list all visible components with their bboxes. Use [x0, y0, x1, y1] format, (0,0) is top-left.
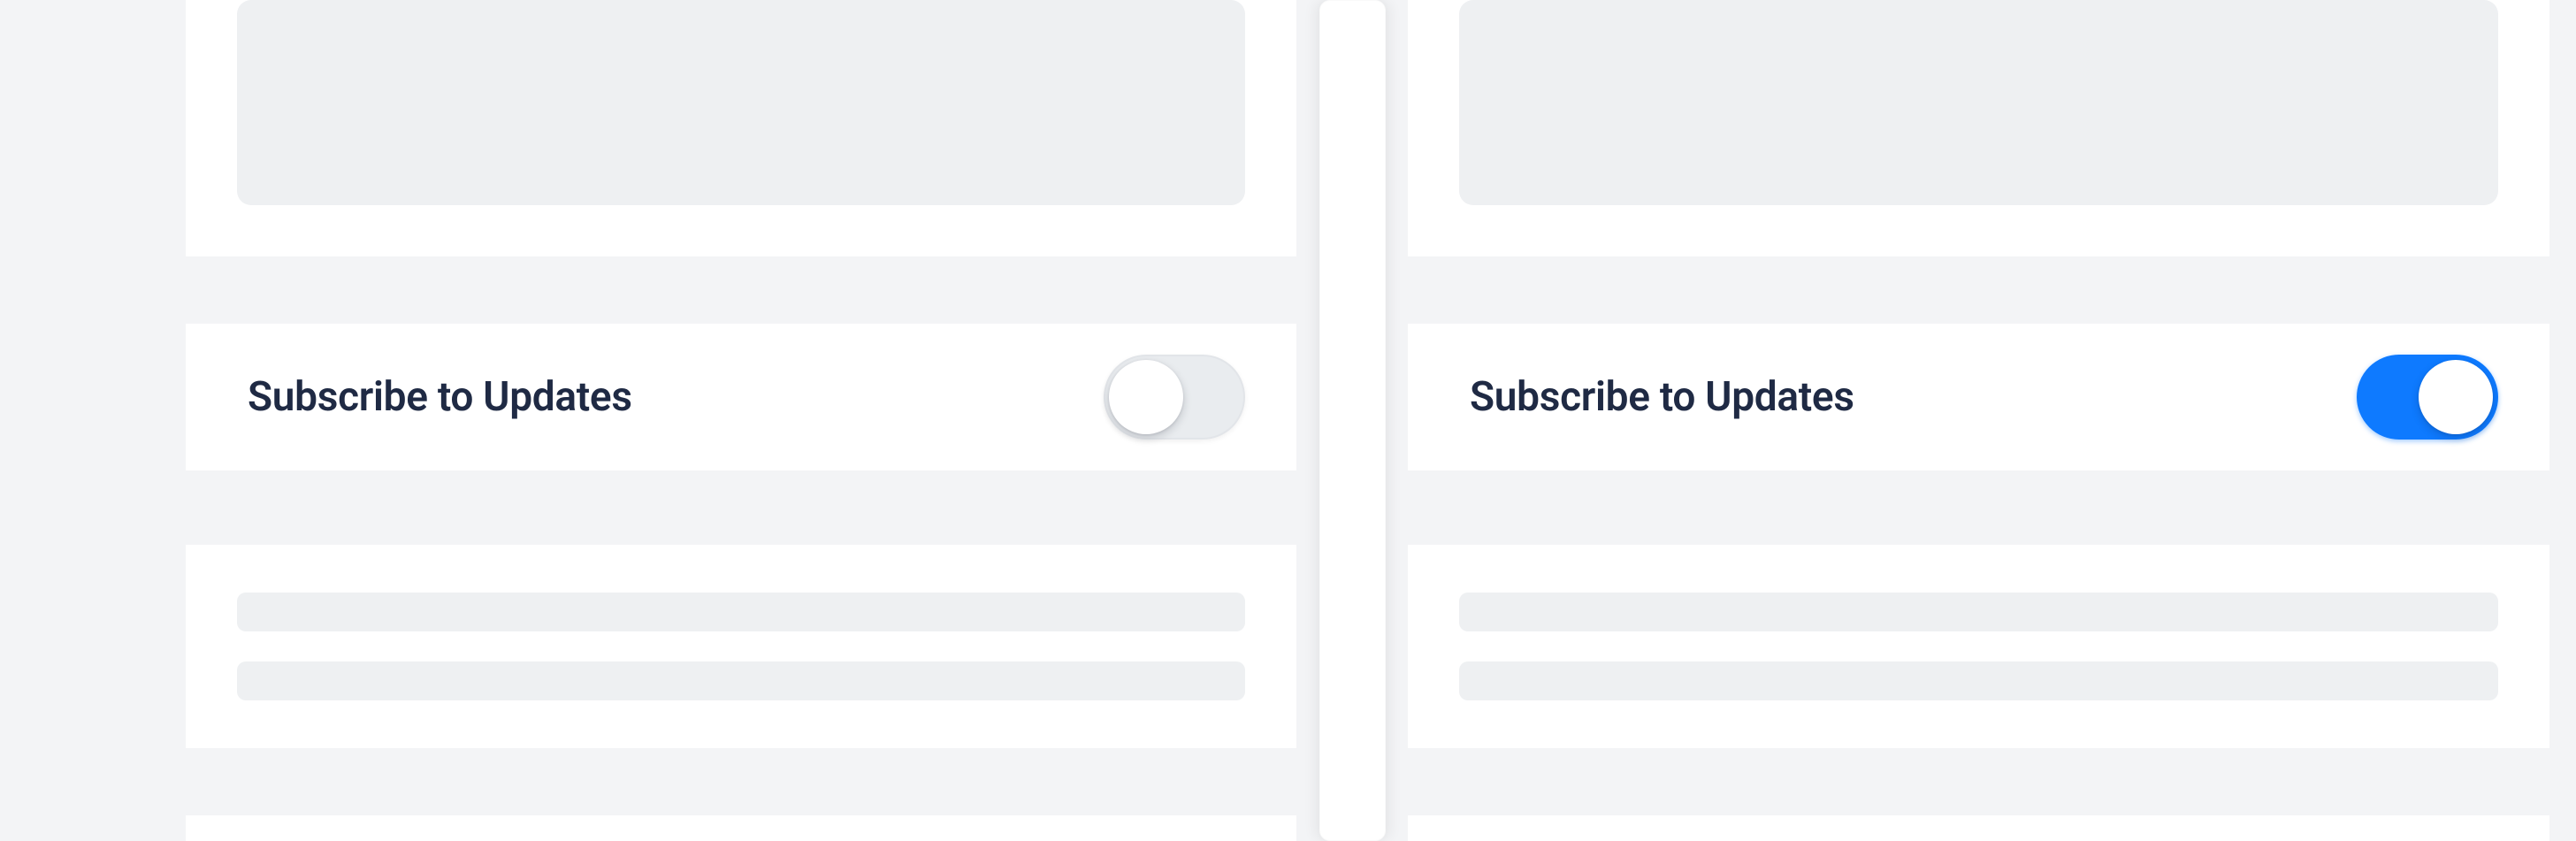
phone-panel-on: Subscribe to Updates: [1404, 0, 2576, 841]
bottom-card: [1408, 815, 2549, 841]
comparison-viewport: Subscribe to Updates: [0, 0, 2576, 841]
toggle-knob: [2419, 360, 2493, 434]
panel-divider: [1319, 0, 1386, 841]
phone-content: Subscribe to Updates: [186, 0, 1296, 841]
section-gap: [186, 748, 1296, 815]
panel-divider-gutter: [1300, 0, 1404, 841]
placeholder-block: [1459, 0, 2498, 205]
placeholder-line: [1459, 593, 2498, 631]
bottom-card: [186, 815, 1296, 841]
placeholder-block: [237, 0, 1245, 205]
section-gap: [186, 470, 1296, 545]
top-card: [186, 0, 1296, 256]
section-gap: [186, 256, 1296, 324]
subscribe-toggle[interactable]: [2357, 355, 2498, 440]
subscribe-label: Subscribe to Updates: [248, 373, 632, 421]
subscribe-toggle[interactable]: [1104, 355, 1245, 440]
toggle-knob: [1109, 360, 1183, 434]
subscribe-label: Subscribe to Updates: [1470, 373, 1854, 421]
subscribe-row: Subscribe to Updates: [1408, 324, 2549, 470]
placeholder-lines-card: [1408, 545, 2549, 748]
placeholder-line: [1459, 661, 2498, 700]
section-gap: [1408, 470, 2549, 545]
placeholder-line: [237, 661, 1245, 700]
placeholder-lines-card: [186, 545, 1296, 748]
subscribe-row: Subscribe to Updates: [186, 324, 1296, 470]
section-gap: [1408, 256, 2549, 324]
section-gap: [1408, 748, 2549, 815]
placeholder-line: [237, 593, 1245, 631]
top-card: [1408, 0, 2549, 256]
phone-panel-off: Subscribe to Updates: [0, 0, 1300, 841]
phone-content: Subscribe to Updates: [1408, 0, 2549, 841]
